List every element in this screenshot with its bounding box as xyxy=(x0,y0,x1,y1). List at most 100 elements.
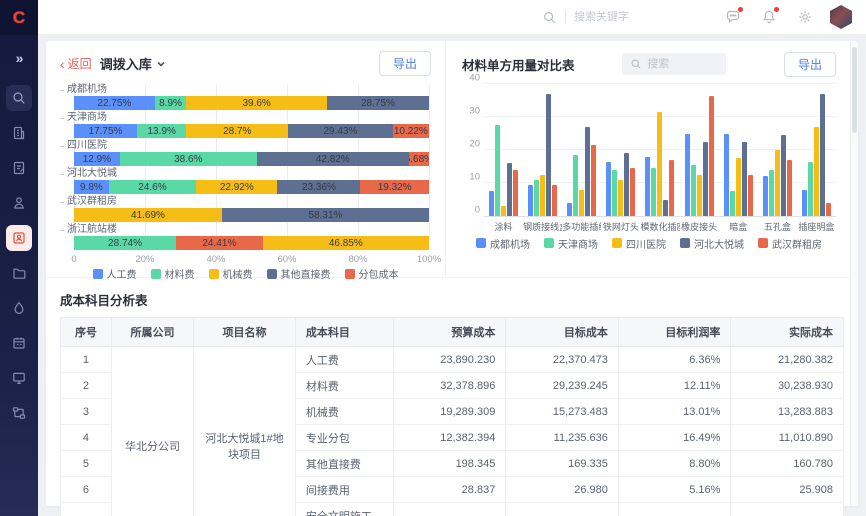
global-search-input[interactable] xyxy=(574,11,684,23)
bar-天津商场[interactable] xyxy=(573,155,578,216)
bar-segment-机械费[interactable]: 39.6% xyxy=(186,96,327,110)
bar-河北大悦城[interactable] xyxy=(663,200,668,217)
bar-segment-人工费[interactable]: 9.8% xyxy=(74,180,109,194)
bar-天津商场[interactable] xyxy=(769,170,774,216)
bar-segment-材料费[interactable]: 8.9% xyxy=(155,96,187,110)
bar-武汉群租房[interactable] xyxy=(709,96,714,216)
bar-segment-分包成本[interactable]: 10.22% xyxy=(393,124,429,138)
bar-segment-人工费[interactable]: 12.9% xyxy=(74,152,120,166)
bar-天津商场[interactable] xyxy=(691,165,696,216)
bar-segment-其他直接费[interactable]: 42.82% xyxy=(257,152,409,166)
settings-button[interactable] xyxy=(792,4,818,30)
bar-segment-人工费[interactable]: 17.75% xyxy=(74,124,137,138)
bar-segment-材料费[interactable]: 28.74% xyxy=(74,236,176,250)
bar-四川医院[interactable] xyxy=(618,180,623,216)
sidebar-item-document[interactable] xyxy=(6,155,32,181)
bar-四川医院[interactable] xyxy=(697,175,702,216)
messages-button[interactable] xyxy=(720,4,746,30)
bar-武汉群租房[interactable] xyxy=(748,175,753,216)
bar-segment-材料费[interactable]: 38.6% xyxy=(120,152,257,166)
export-button-left[interactable]: 导出 xyxy=(379,51,431,76)
bar-四川医院[interactable] xyxy=(775,150,780,216)
legend-item[interactable]: 武汉群租房 xyxy=(758,236,822,251)
bar-segment-其他直接费[interactable]: 58.31% xyxy=(222,208,429,222)
export-button-right[interactable]: 导出 xyxy=(784,52,836,77)
bar-天津商场[interactable] xyxy=(651,168,656,216)
bar-成都机场[interactable] xyxy=(489,191,494,216)
bar-河北大悦城[interactable] xyxy=(624,153,629,216)
bar-武汉群租房[interactable] xyxy=(669,160,674,216)
bar-河北大悦城[interactable] xyxy=(781,135,786,216)
bar-武汉群租房[interactable] xyxy=(826,203,831,216)
sidebar-item-building[interactable] xyxy=(6,120,32,146)
bar-河北大悦城[interactable] xyxy=(585,127,590,216)
bar-河北大悦城[interactable] xyxy=(820,94,825,216)
bar-segment-机械费[interactable]: 46.85% xyxy=(263,236,429,250)
legend-item[interactable]: 四川医院 xyxy=(612,236,666,251)
bar-segment-机械费[interactable]: 22.92% xyxy=(196,180,277,194)
bar-segment-机械费[interactable]: 28.7% xyxy=(186,124,288,138)
bar-天津商场[interactable] xyxy=(730,191,735,216)
bar-成都机场[interactable] xyxy=(724,134,729,217)
sidebar-item-calendar[interactable] xyxy=(6,330,32,356)
sidebar-item-workflow[interactable] xyxy=(6,400,32,426)
bar-成都机场[interactable] xyxy=(685,134,690,217)
legend-item[interactable]: 分包成本 xyxy=(345,266,399,281)
bar-四川医院[interactable] xyxy=(657,112,662,216)
bar-四川医院[interactable] xyxy=(501,206,506,216)
bar-segment-机械费[interactable]: 41.69% xyxy=(74,208,222,222)
bar-河北大悦城[interactable] xyxy=(507,163,512,216)
sidebar-item-monitor[interactable] xyxy=(6,365,32,391)
bar-成都机场[interactable] xyxy=(528,185,533,216)
bar-武汉群租房[interactable] xyxy=(513,170,518,216)
bar-segment-其他直接费[interactable]: 23.36% xyxy=(277,180,360,194)
sidebar-item-folder[interactable] xyxy=(6,260,32,286)
scrollbar-thumb[interactable] xyxy=(852,47,857,133)
legend-item[interactable]: 天津商场 xyxy=(544,236,598,251)
bar-成都机场[interactable] xyxy=(606,162,611,216)
bar-四川医院[interactable] xyxy=(736,158,741,216)
legend-item[interactable]: 其他直接费 xyxy=(267,266,331,281)
bar-segment-分包成本[interactable]: 24.41% xyxy=(176,236,263,250)
legend-item[interactable]: 河北大悦城 xyxy=(680,236,744,251)
page-title-dropdown[interactable]: 调拨入库 xyxy=(100,54,166,73)
bar-segment-材料费[interactable]: 13.9% xyxy=(137,124,186,138)
bar-四川医院[interactable] xyxy=(579,190,584,216)
bar-segment-分包成本[interactable]: 5.68% xyxy=(409,152,429,166)
bar-四川医院[interactable] xyxy=(814,127,819,216)
bar-天津商场[interactable] xyxy=(534,180,539,216)
sidebar-item-expand[interactable]: » xyxy=(6,45,32,71)
table-row[interactable]: 1华北分公司河北大悦城1#地块项目人工费23,890.23022,370.473… xyxy=(61,347,844,373)
bar-成都机场[interactable] xyxy=(763,176,768,216)
scrollbar-track[interactable] xyxy=(850,41,858,506)
legend-item[interactable]: 材料费 xyxy=(151,266,195,281)
legend-item[interactable]: 机械费 xyxy=(209,266,253,281)
bar-河北大悦城[interactable] xyxy=(742,142,747,216)
bar-segment-分包成本[interactable]: 19.32% xyxy=(360,180,429,194)
bar-河北大悦城[interactable] xyxy=(546,94,551,216)
app-logo[interactable]: C xyxy=(0,0,38,35)
bar-武汉群租房[interactable] xyxy=(591,145,596,216)
legend-item[interactable]: 成都机场 xyxy=(476,236,530,251)
sidebar-item-user[interactable] xyxy=(6,190,32,216)
panel-search-input[interactable] xyxy=(647,58,707,70)
bar-segment-其他直接费[interactable]: 28.75% xyxy=(327,96,429,110)
bar-segment-人工费[interactable]: 22.75% xyxy=(74,96,155,110)
bar-成都机场[interactable] xyxy=(802,190,807,216)
bar-河北大悦城[interactable] xyxy=(703,142,708,216)
bar-武汉群租房[interactable] xyxy=(630,168,635,216)
bar-成都机场[interactable] xyxy=(645,157,650,216)
bar-天津商场[interactable] xyxy=(495,125,500,216)
bar-segment-材料费[interactable]: 24.6% xyxy=(109,180,196,194)
back-button[interactable]: ‹返回 xyxy=(60,55,92,72)
sidebar-item-id-card[interactable] xyxy=(6,225,32,251)
bar-四川医院[interactable] xyxy=(540,175,545,216)
bar-天津商场[interactable] xyxy=(808,162,813,216)
notifications-button[interactable] xyxy=(756,4,782,30)
bar-成都机场[interactable] xyxy=(567,203,572,216)
bar-segment-其他直接费[interactable]: 29.43% xyxy=(288,124,392,138)
bar-天津商场[interactable] xyxy=(612,170,617,216)
sidebar-item-search[interactable] xyxy=(6,85,32,111)
legend-item[interactable]: 人工费 xyxy=(93,266,137,281)
sidebar-item-drop[interactable] xyxy=(6,295,32,321)
